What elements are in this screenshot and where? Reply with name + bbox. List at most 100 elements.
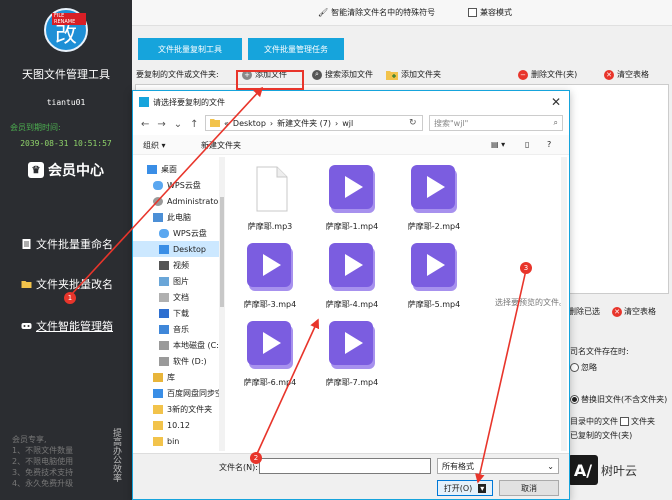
- nav-label: 文件夹批量改名: [36, 278, 113, 291]
- clear-table-label: 清空表格: [617, 70, 649, 79]
- breadcrumb-new-folder[interactable]: 新建文件夹 (7): [277, 118, 331, 129]
- member-notes: 会员专享, 1、不限文件数量 2、不限电脑使用 3、免费技术支持 4、永久免费升…: [12, 434, 73, 489]
- file-name: 萨摩耶-5.mp4: [407, 300, 461, 309]
- tree-item[interactable]: 文档: [133, 289, 223, 305]
- step-badge-3: 3: [520, 262, 532, 274]
- app-name: 天图文件管理工具: [22, 68, 110, 81]
- member-center-button[interactable]: ♛ 会员中心: [28, 160, 104, 180]
- file-grid-scrollbar[interactable]: [561, 157, 567, 451]
- tree-item[interactable]: 音乐: [133, 321, 223, 337]
- radio-selected[interactable]: [570, 395, 579, 404]
- clear-table-button-2[interactable]: ✕ 清空表格: [612, 306, 656, 317]
- tree-label: 下载: [173, 308, 189, 318]
- address-bar[interactable]: « Desktop › 新建文件夹 (7) › wjl: [205, 115, 423, 131]
- tree-item[interactable]: 桌面: [133, 161, 223, 177]
- tree-label: 视频: [173, 260, 189, 270]
- open-button[interactable]: 打开(O) ▾: [437, 480, 493, 496]
- filename-input[interactable]: [259, 458, 431, 474]
- tree-item[interactable]: bin: [133, 433, 223, 449]
- tree-scrollbar[interactable]: [219, 157, 225, 451]
- refresh-icon[interactable]: ↻: [409, 118, 417, 128]
- tree-item[interactable]: Administrator: [133, 193, 223, 209]
- copied-files-label: 已复制的文件(夹): [570, 431, 633, 440]
- clear-table-button[interactable]: ✕ 清空表格: [604, 69, 649, 80]
- tree-item[interactable]: WPS云盘: [133, 225, 223, 241]
- replace-radio[interactable]: 替换旧文件(不含文件夹): [570, 394, 667, 405]
- file-item[interactable]: 萨摩耶-7.mp4: [313, 317, 391, 395]
- tree-item[interactable]: 软件 (D:): [133, 353, 223, 369]
- search-icon: ⌕: [553, 118, 558, 127]
- clean-special-chars-option[interactable]: 🖌 智能清除文件名中的特殊符号: [318, 7, 435, 18]
- tree-item[interactable]: 此电脑: [133, 209, 223, 225]
- cancel-button[interactable]: 取消: [499, 480, 559, 496]
- tree-item-selected[interactable]: Desktop: [133, 241, 223, 257]
- up-icon[interactable]: ↑: [190, 119, 198, 130]
- ignore-radio[interactable]: 忽略: [570, 362, 597, 373]
- delete-selected-button[interactable]: 删除已选: [568, 306, 600, 317]
- add-folder-button[interactable]: 添加文件夹: [386, 69, 441, 80]
- download-icon: [159, 308, 169, 318]
- breadcrumb-desktop[interactable]: Desktop: [233, 119, 266, 128]
- note-line: 会员专享,: [12, 435, 47, 444]
- tab-batch-manage-task[interactable]: 文件批量管理任务: [248, 38, 344, 60]
- tree-item[interactable]: 百度网盘同步空: [133, 385, 223, 401]
- filetype-select[interactable]: 所有格式 ⌄: [437, 458, 559, 474]
- breadcrumb-wjl[interactable]: wjl: [342, 119, 353, 128]
- tree-item[interactable]: 10.12: [133, 417, 223, 433]
- open-dropdown-icon[interactable]: ▾: [478, 483, 487, 493]
- file-item[interactable]: 萨摩耶-1.mp4: [313, 161, 391, 239]
- close-icon[interactable]: ✕: [551, 95, 561, 109]
- file-item[interactable]: 萨摩耶-6.mp4: [231, 317, 309, 395]
- tree-label: 库: [167, 372, 175, 382]
- search-add-file-button[interactable]: ⌕ 搜索添加文件: [312, 69, 373, 80]
- command-bar: 组织 ▾ 新建文件夹 ▤ ▾ ▯ ?: [133, 135, 569, 155]
- file-grid: 萨摩耶.mp3 萨摩耶-1.mp4 萨摩耶-2.mp4 萨摩耶-3.mp4 萨摩…: [231, 157, 491, 451]
- drive-icon: [159, 340, 169, 350]
- dialog-title-bar[interactable]: 请选择要复制的文件 ✕: [133, 91, 569, 113]
- delete-file-button[interactable]: − 删除文件(夹): [518, 69, 577, 80]
- back-icon[interactable]: ←: [141, 119, 149, 130]
- help-icon[interactable]: ?: [547, 140, 551, 149]
- file-name: 萨摩耶-7.mp4: [325, 378, 379, 387]
- new-folder-button[interactable]: 新建文件夹: [201, 140, 241, 151]
- tree-item[interactable]: 图片: [133, 273, 223, 289]
- checkbox[interactable]: [468, 8, 477, 17]
- file-name: 萨摩耶-3.mp4: [243, 300, 297, 309]
- file-item[interactable]: 萨摩耶.mp3: [231, 161, 309, 239]
- files-to-copy-label: 要复制的文件或文件夹:: [136, 70, 219, 79]
- nav-smart-file-manager[interactable]: 文件智能管理箱: [20, 318, 113, 334]
- tree-label: 3新的文件夹: [167, 404, 213, 414]
- nav-batch-rename-folders[interactable]: 文件夹批量改名: [20, 276, 113, 292]
- scroll-thumb[interactable]: [220, 197, 224, 307]
- tree-item[interactable]: 视频: [133, 257, 223, 273]
- preview-pane-icon[interactable]: ▯: [525, 140, 529, 149]
- organize-menu[interactable]: 组织 ▾: [143, 140, 166, 151]
- navigation-tree: 桌面 WPS云盘 Administrator 此电脑 WPS云盘 Desktop…: [133, 157, 225, 451]
- search-input[interactable]: 搜索"wjl" ⌕: [429, 115, 563, 131]
- nav-batch-rename-files[interactable]: 文件批量重命名: [20, 236, 113, 252]
- compat-mode-checkbox[interactable]: 兼容模式: [468, 7, 512, 18]
- tab-batch-copy-tool[interactable]: 文件批量复制工具: [138, 38, 242, 60]
- file-item[interactable]: 萨摩耶-2.mp4: [395, 161, 473, 239]
- video-file-icon: [411, 165, 457, 213]
- radio[interactable]: [570, 363, 579, 372]
- promo-text: 提高办公效率: [111, 428, 121, 482]
- file-item[interactable]: 萨摩耶-3.mp4: [231, 239, 309, 317]
- file-item[interactable]: 萨摩耶-5.mp4: [395, 239, 473, 317]
- view-options-icon[interactable]: ▤ ▾: [491, 140, 505, 149]
- tree-label: 桌面: [161, 164, 177, 174]
- chevron-down-icon[interactable]: ⌄: [174, 119, 182, 130]
- tree-item[interactable]: WPS云盘: [133, 177, 223, 193]
- tree-item[interactable]: 下载: [133, 305, 223, 321]
- video-file-icon: [329, 243, 375, 291]
- file-name: 萨摩耶-1.mp4: [325, 222, 379, 231]
- checkbox[interactable]: [620, 417, 629, 426]
- tree-item[interactable]: 本地磁盘 (C:): [133, 337, 223, 353]
- forward-icon[interactable]: →: [157, 119, 165, 130]
- tree-item[interactable]: 3新的文件夹: [133, 401, 223, 417]
- top-bar: 🖌 智能清除文件名中的特殊符号 兼容模式: [132, 0, 672, 26]
- tree-label: 图片: [173, 276, 189, 286]
- dir-file-option[interactable]: 目录中的文件 文件夹: [570, 416, 655, 427]
- file-item[interactable]: 萨摩耶-4.mp4: [313, 239, 391, 317]
- tree-item[interactable]: 库: [133, 369, 223, 385]
